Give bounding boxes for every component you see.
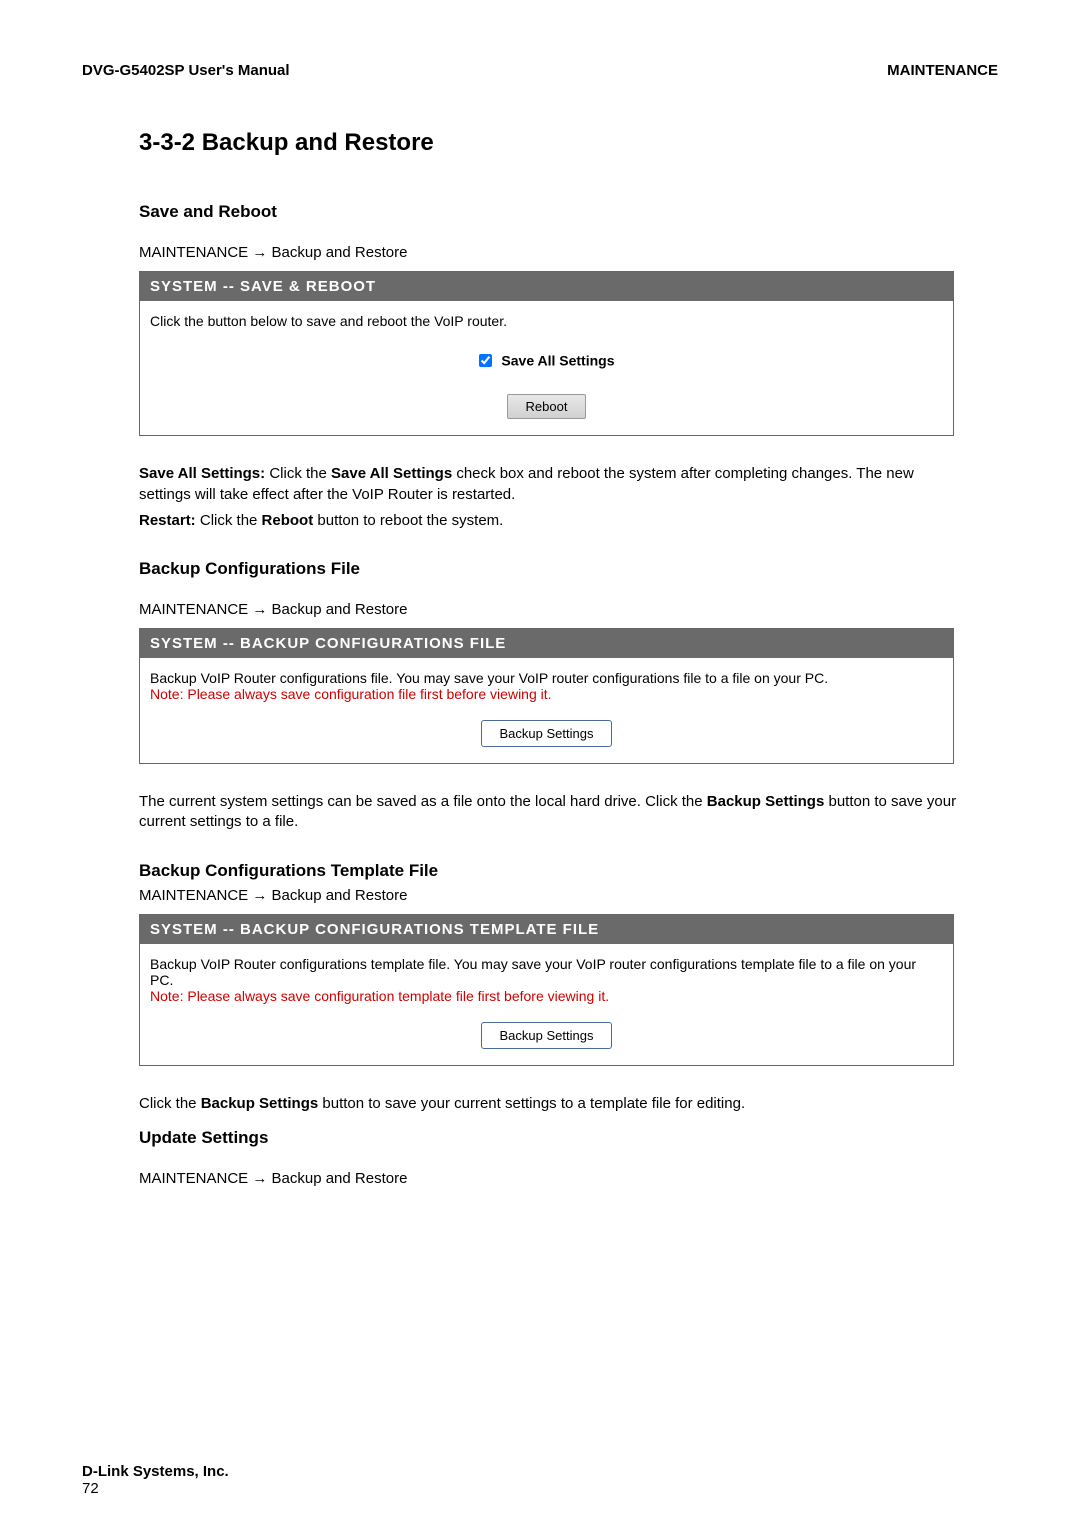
backup-file-panel-title: SYSTEM -- BACKUP CONFIGURATIONS FILE <box>140 629 953 658</box>
reboot-bold: Reboot <box>262 512 314 529</box>
page-footer: D-Link Systems, Inc. 72 <box>82 1463 229 1497</box>
backup-template-panel: SYSTEM -- BACKUP CONFIGURATIONS TEMPLATE… <box>139 914 954 1066</box>
page-header: DVG-G5402SP User's Manual MAINTENANCE <box>82 62 998 79</box>
backup-template-intro: Backup VoIP Router configurations templa… <box>150 956 943 988</box>
save-reboot-intro: Click the button below to save and reboo… <box>150 313 943 329</box>
save-all-settings-term: Save All Settings: <box>139 465 265 482</box>
save-all-settings-row: Save All Settings <box>150 351 943 368</box>
backup-settings-bold: Backup Settings <box>201 1095 319 1112</box>
breadcrumb-backup-file: MAINTENANCE → Backup and Restore <box>139 601 998 618</box>
backup-file-note: Note: Please always save configuration f… <box>150 686 943 702</box>
save-reboot-panel-title: SYSTEM -- SAVE & REBOOT <box>140 272 953 301</box>
save-reboot-explain-1: Save All Settings: Click the Save All Se… <box>139 464 969 505</box>
backup-template-explain: Click the Backup Settings button to save… <box>139 1094 969 1114</box>
backup-settings-bold: Backup Settings <box>707 793 825 810</box>
footer-company: D-Link Systems, Inc. <box>82 1463 229 1480</box>
breadcrumb-save-reboot: MAINTENANCE → Backup and Restore <box>139 244 998 261</box>
backup-file-panel: SYSTEM -- BACKUP CONFIGURATIONS FILE Bac… <box>139 628 954 764</box>
backup-template-settings-button[interactable]: Backup Settings <box>481 1022 613 1049</box>
backup-file-intro: Backup VoIP Router configurations file. … <box>150 670 943 686</box>
section-title: 3-3-2 Backup and Restore <box>139 129 998 157</box>
content: 3-3-2 Backup and Restore Save and Reboot… <box>82 129 998 1187</box>
backup-settings-button[interactable]: Backup Settings <box>481 720 613 747</box>
save-all-settings-checkbox[interactable] <box>479 354 492 367</box>
save-reboot-heading: Save and Reboot <box>139 202 998 222</box>
backup-template-panel-title: SYSTEM -- BACKUP CONFIGURATIONS TEMPLATE… <box>140 915 953 944</box>
breadcrumb-backup-template: MAINTENANCE → Backup and Restore <box>139 887 998 904</box>
breadcrumb-update-settings: MAINTENANCE → Backup and Restore <box>139 1170 998 1187</box>
footer-page-number: 72 <box>82 1480 229 1497</box>
header-right: MAINTENANCE <box>887 62 998 79</box>
backup-file-panel-body: Backup VoIP Router configurations file. … <box>140 658 953 763</box>
save-reboot-explain-2: Restart: Click the Reboot button to rebo… <box>139 511 969 531</box>
save-reboot-panel-body: Click the button below to save and reboo… <box>140 301 953 435</box>
backup-template-panel-body: Backup VoIP Router configurations templa… <box>140 944 953 1065</box>
txt: button to reboot the system. <box>313 512 503 529</box>
save-all-settings-bold: Save All Settings <box>331 465 452 482</box>
txt: Click the <box>139 1095 201 1112</box>
header-left: DVG-G5402SP User's Manual <box>82 62 290 79</box>
restart-term: Restart: <box>139 512 196 529</box>
txt: The current system settings can be saved… <box>139 793 707 810</box>
save-all-settings-label: Save All Settings <box>501 352 614 368</box>
backup-file-heading: Backup Configurations File <box>139 559 998 579</box>
txt: button to save your current settings to … <box>318 1095 745 1112</box>
update-settings-heading: Update Settings <box>139 1128 998 1148</box>
save-reboot-panel: SYSTEM -- SAVE & REBOOT Click the button… <box>139 271 954 436</box>
backup-file-explain: The current system settings can be saved… <box>139 792 969 833</box>
backup-template-note: Note: Please always save configuration t… <box>150 988 943 1004</box>
txt: Click the <box>196 512 262 529</box>
backup-template-heading: Backup Configurations Template File <box>139 861 998 881</box>
txt: Click the <box>265 465 331 482</box>
reboot-button[interactable]: Reboot <box>507 394 587 419</box>
